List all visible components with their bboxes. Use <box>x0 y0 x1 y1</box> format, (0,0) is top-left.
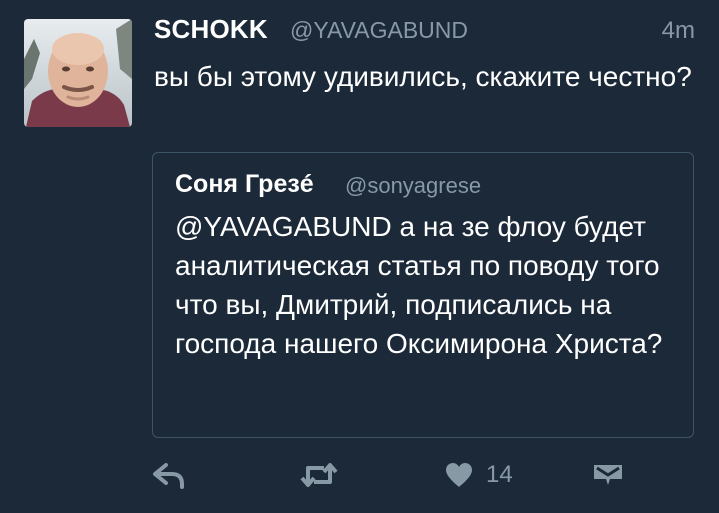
avatar-photo-icon <box>24 19 132 127</box>
author-avatar[interactable] <box>24 19 132 127</box>
tweet-text: вы бы этому удивились, скажите честно? <box>154 61 692 92</box>
quoted-tweet[interactable]: Соня Грезé @sonyagrese @YAVAGABUND а на … <box>152 152 694 438</box>
author-handle[interactable]: @YAVAGABUND <box>290 17 468 44</box>
quoted-tweet-text: @YAVAGABUND а на зе флоу будет аналитиче… <box>175 211 663 359</box>
direct-message-icon <box>594 465 622 485</box>
tweet-actions: 14 <box>0 455 719 495</box>
like-button[interactable]: 14 <box>444 455 513 495</box>
reply-button[interactable] <box>152 455 186 495</box>
author-name[interactable]: SCHOKK <box>154 14 268 45</box>
heart-icon <box>446 463 472 487</box>
tweet[interactable]: SCHOKK @YAVAGABUND 4m вы бы этому удивил… <box>0 0 719 513</box>
direct-message-button[interactable] <box>592 455 624 495</box>
reply-icon <box>153 463 184 489</box>
like-count: 14 <box>486 461 513 488</box>
quoted-author-name: Соня Грезé <box>175 170 314 198</box>
tweet-timestamp[interactable]: 4m <box>662 17 695 45</box>
retweet-button[interactable] <box>300 455 338 495</box>
retweet-icon <box>300 463 338 487</box>
quoted-author-handle: @sonyagrese <box>345 173 482 198</box>
